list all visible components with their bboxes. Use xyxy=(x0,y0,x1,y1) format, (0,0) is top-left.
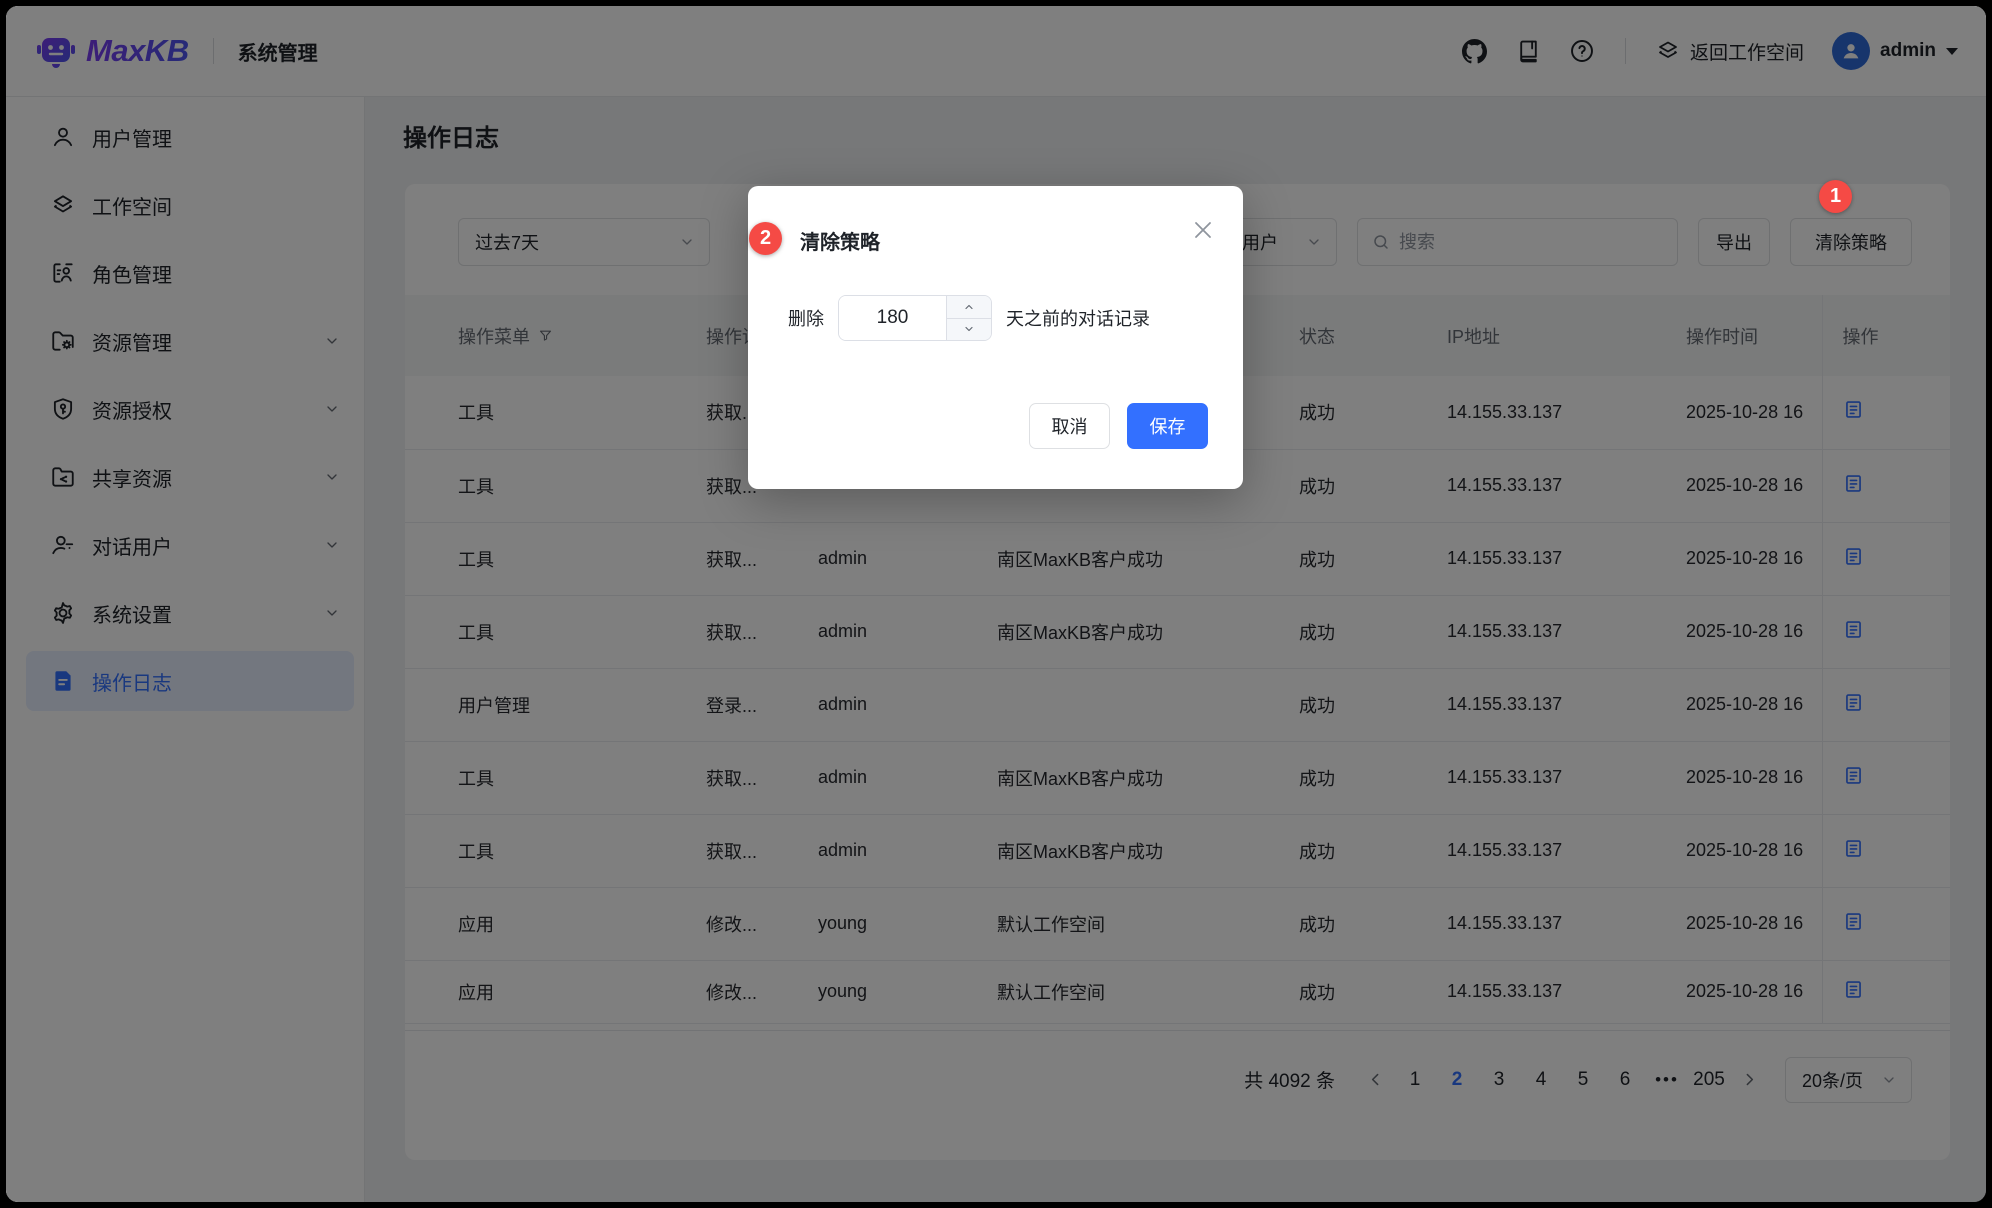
modal-footer: 取消 保存 xyxy=(1029,403,1208,449)
days-value-field[interactable] xyxy=(839,296,946,340)
number-spinner xyxy=(946,296,991,340)
days-suffix-label: 天之前的对话记录 xyxy=(1006,305,1150,331)
days-number-input xyxy=(838,295,992,341)
annotation-badge-2: 2 xyxy=(749,222,782,255)
cancel-button[interactable]: 取消 xyxy=(1029,403,1110,449)
decrease-button[interactable] xyxy=(947,319,991,341)
annotation-badge-1: 1 xyxy=(1819,180,1852,213)
increase-button[interactable] xyxy=(947,296,991,319)
modal-title: 清除策略 xyxy=(800,226,880,255)
clear-policy-modal: 2 清除策略 删除 天之前的对话记录 取消 保存 xyxy=(748,186,1243,489)
close-icon[interactable] xyxy=(1191,218,1215,242)
chevron-up-icon xyxy=(963,301,975,313)
save-button[interactable]: 保存 xyxy=(1127,403,1208,449)
app-window: MaxKB 系统管理 返回工作空间 admin xyxy=(6,6,1986,1202)
modal-body: 删除 天之前的对话记录 xyxy=(788,295,1150,341)
screen-frame: MaxKB 系统管理 返回工作空间 admin xyxy=(0,0,1992,1208)
chevron-down-icon xyxy=(963,323,975,335)
delete-prefix-label: 删除 xyxy=(788,305,824,331)
